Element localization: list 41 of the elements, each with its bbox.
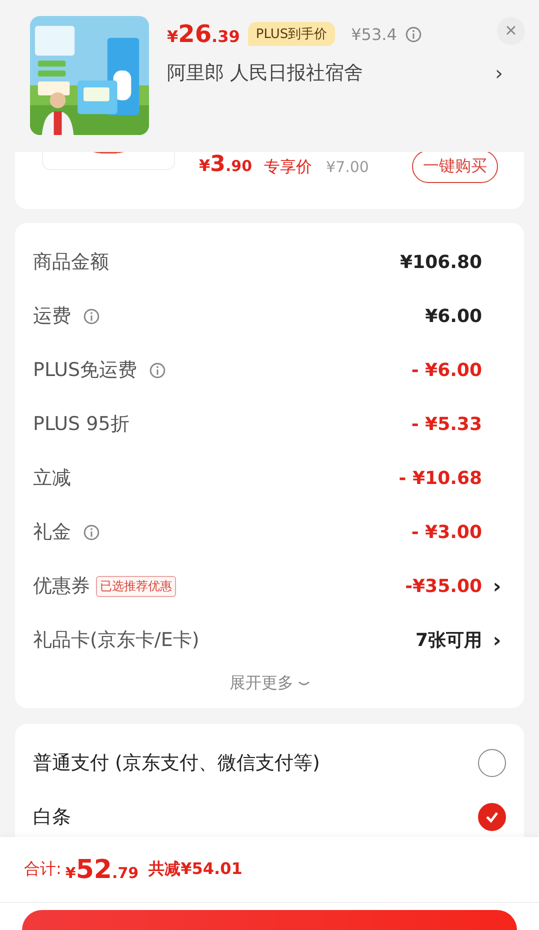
plus-price: ¥26.39 [167, 20, 240, 48]
fee-value: 7张可用 [415, 629, 483, 652]
info-icon[interactable] [83, 524, 100, 540]
chevron-icon[interactable]: › [488, 628, 506, 652]
payment-option-label[interactable]: 白条 [33, 804, 71, 830]
addon-price: ¥3.90 [199, 152, 252, 177]
fee-value: - ¥5.33 [411, 414, 483, 434]
total-label: 合计: [24, 859, 62, 880]
fee-label: 礼品卡(京东卡/E卡) [33, 628, 200, 653]
info-icon[interactable] [83, 308, 100, 324]
fee-value: ¥106.80 [400, 252, 483, 272]
expand-more-button[interactable]: 展开更多 [226, 669, 314, 698]
fee-label: 优惠券 [33, 574, 90, 599]
original-price: ¥7.00 [326, 158, 369, 176]
chevron-icon[interactable]: › [488, 574, 506, 598]
fee-value: ¥6.00 [425, 306, 483, 326]
original-price: ¥53.4 [351, 24, 397, 44]
fee-label: PLUS 95折 [33, 412, 130, 437]
total-savings: 共减¥54.01 [148, 859, 242, 880]
delivery-address[interactable]: 阿里郎 人民日报社宿舍 [167, 60, 364, 86]
fee-value: - ¥6.00 [411, 360, 483, 380]
radio-button[interactable] [478, 749, 506, 777]
fee-label: 礼金 [33, 520, 71, 545]
coupon-tag: 已选推荐优惠 [96, 576, 176, 596]
fee-value: - ¥3.00 [411, 522, 483, 542]
chevron-icon[interactable]: › [495, 61, 525, 85]
fee-value: -¥35.00 [405, 576, 483, 596]
fee-label: 商品金额 [33, 250, 109, 275]
info-icon[interactable] [404, 26, 422, 42]
fee-label: PLUS免运费 [33, 358, 138, 383]
fee-label: 运费 [33, 304, 71, 329]
fee-label: 立减 [33, 466, 71, 491]
payment-option-label[interactable]: 普通支付 (京东支付、微信支付等) [33, 750, 320, 776]
plus-price-tag: PLUS到手价 [248, 22, 336, 46]
exclusive-price-label: 专享价 [264, 157, 312, 178]
buy-now-button[interactable]: 一键购买 [412, 152, 498, 183]
radio-button[interactable] [478, 803, 506, 831]
chevron-down-icon [298, 680, 310, 688]
fee-value: - ¥10.68 [398, 468, 483, 488]
total-price: ¥52.79 [65, 854, 139, 884]
info-icon[interactable] [149, 362, 166, 378]
